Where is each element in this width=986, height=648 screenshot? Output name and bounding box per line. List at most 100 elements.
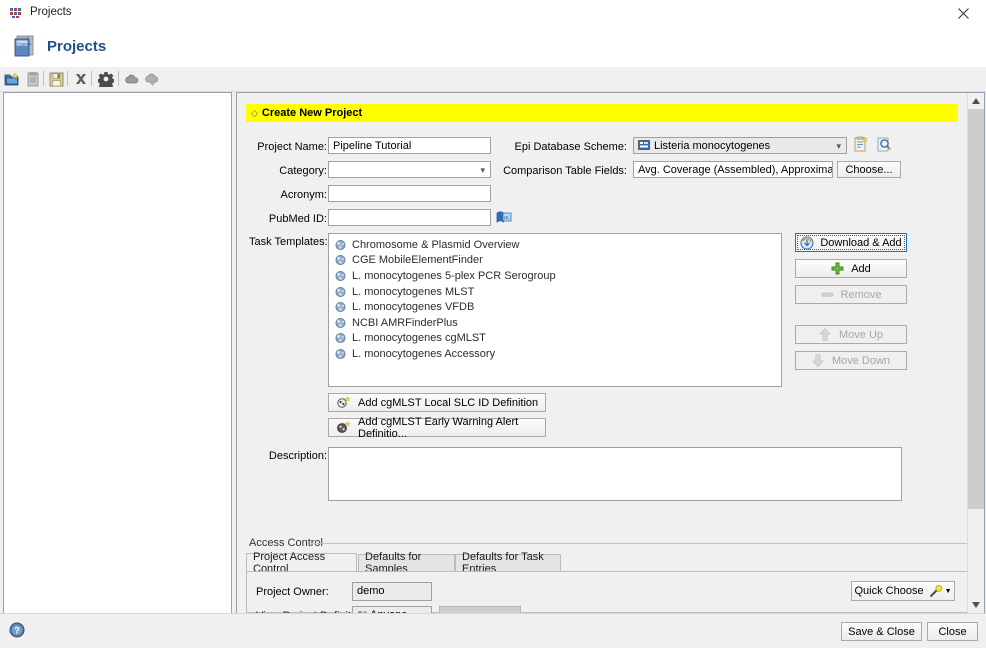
access-control-tabs: Project Access Control Defaults for Samp… [246,553,968,571]
task-template-label: L. monocytogenes MLST [352,286,474,298]
svg-text:m: m [504,216,509,222]
projects-book-icon: Projects [12,34,37,59]
acronym-input[interactable] [328,185,491,202]
projects-grid-icon [10,7,23,19]
arrow-up-icon [819,328,833,342]
project-owner-label: Project Owner: [256,586,346,598]
open-project-icon[interactable] [24,70,42,88]
download-circle-icon [800,236,814,250]
add-cgmlst-early-warning-button[interactable]: Add cgMLST Early Warning Alert Definitio… [328,418,546,437]
tab-defaults-for-samples[interactable]: Defaults for Samples [358,554,455,571]
svg-text:?: ? [14,626,20,636]
project-owner-input[interactable]: demo [352,582,432,601]
close-button[interactable]: Close [927,622,978,641]
delete-icon[interactable] [72,70,90,88]
scrollbar-track[interactable] [968,109,984,597]
window-footer: ? Save & Close Close [0,613,986,648]
cgmlst-slc-icon [337,396,352,409]
description-textarea[interactable] [328,447,902,501]
move-down-button-label: Move Down [832,355,890,367]
epi-database-scheme-value: Listeria monocytogenes [654,140,770,152]
access-control-tab-panel: Project Owner: demo Quick Choose ▼ View … [246,571,968,613]
description-label: Description: [249,450,327,462]
upload-cloud-icon[interactable] [122,70,140,88]
banner-arrow-icon: ◇ [251,108,258,119]
plus-green-icon [831,262,845,276]
quick-choose-button[interactable]: Quick Choose ▼ [851,581,955,601]
cgmlst-alert-icon [337,421,352,434]
quick-choose-label: Quick Choose [854,585,923,597]
epi-database-scheme-select[interactable]: Listeria monocytogenes ▾ [633,137,847,154]
add-cgmlst-local-slc-label: Add cgMLST Local SLC ID Definition [358,397,538,409]
task-templates-label: Task Templates: [249,236,327,248]
pubmed-id-label: PubMed ID: [249,213,327,225]
download-and-add-button-label: Download & Add [820,237,901,249]
comparison-table-fields-input[interactable]: Avg. Coverage (Assembled), Approximated … [633,161,833,178]
task-template-row[interactable]: NCBI AMRFinderPlus [329,315,781,331]
magic-wand-icon [929,585,943,598]
task-template-icon [334,254,347,266]
task-template-icon [334,301,347,313]
category-label: Category: [249,165,327,177]
help-question-icon[interactable]: ? [9,622,25,638]
task-template-row[interactable]: L. monocytogenes 5-plex PCR Serogroup [329,268,781,284]
content-vertical-scrollbar[interactable] [967,93,984,613]
task-template-row[interactable]: L. monocytogenes Accessory [329,346,781,362]
project-name-input[interactable]: Pipeline Tutorial [328,137,491,154]
settings-gear-icon[interactable] [97,70,115,88]
download-and-add-button[interactable]: Download & Add [795,233,907,252]
task-template-icon [334,239,347,251]
task-template-icon [334,270,347,282]
task-template-label: NCBI AMRFinderPlus [352,317,458,329]
add-cgmlst-local-slc-button[interactable]: Add cgMLST Local SLC ID Definition [328,393,546,412]
move-up-button-label: Move Up [839,329,883,341]
remove-button-label: Remove [841,289,882,301]
browse-scheme-icon[interactable] [876,136,893,153]
pubmed-id-input[interactable] [328,209,491,226]
task-template-icon [334,348,347,360]
scroll-down-button[interactable] [968,597,984,613]
project-editor-content: ◇ Create New Project Project Name: Pipel… [237,93,967,613]
project-name-label: Project Name: [249,141,327,153]
scrollbar-thumb[interactable] [968,109,984,509]
chevron-down-icon: ▾ [480,162,485,178]
page-header: Projects Projects [0,26,986,68]
save-and-close-button[interactable]: Save & Close [841,622,922,641]
task-template-row[interactable]: CGE MobileElementFinder [329,253,781,269]
task-template-row[interactable]: L. monocytogenes VFDB [329,299,781,315]
task-template-label: Chromosome & Plasmid Overview [352,239,520,251]
move-up-button: Move Up [795,325,907,344]
task-template-icon [334,286,347,298]
tab-defaults-for-task-entries[interactable]: Defaults for Task Entries [455,554,561,571]
svg-text:Projects: Projects [17,41,31,46]
save-icon[interactable] [47,70,65,88]
category-select[interactable]: ▾ [328,161,491,178]
edit-scheme-icon[interactable] [853,136,870,153]
window-title: Projects [30,6,72,18]
task-templates-list[interactable]: Chromosome & Plasmid Overview CGE MobileE… [328,233,782,387]
arrow-down-icon [812,354,826,368]
banner-label: Create New Project [262,107,362,119]
task-template-row[interactable]: Chromosome & Plasmid Overview [329,237,781,253]
add-button[interactable]: Add [795,259,907,278]
scroll-up-button[interactable] [968,93,984,109]
tab-project-access-control[interactable]: Project Access Control [246,553,357,571]
task-template-row[interactable]: L. monocytogenes MLST [329,284,781,300]
download-cloud-icon[interactable] [142,70,160,88]
task-template-label: CGE MobileElementFinder [352,254,483,266]
task-template-row[interactable]: L. monocytogenes cgMLST [329,331,781,347]
task-template-label: L. monocytogenes 5-plex PCR Serogroup [352,270,556,282]
task-template-label: L. monocytogenes cgMLST [352,332,486,344]
move-down-button: Move Down [795,351,907,370]
remove-button: Remove [795,285,907,304]
new-project-icon[interactable] [3,70,21,88]
projects-tree-panel[interactable] [3,92,232,616]
main-toolbar [0,67,986,92]
projects-window: Projects Projects Projects [0,0,986,648]
comparison-table-fields-label: Comparison Table Fields: [493,165,627,177]
window-close-button[interactable] [940,0,986,26]
choose-button[interactable]: Choose... [837,161,901,178]
add-button-label: Add [851,263,871,275]
pubmed-lookup-icon[interactable]: m [496,209,512,225]
create-new-project-banner: ◇ Create New Project [246,104,958,122]
